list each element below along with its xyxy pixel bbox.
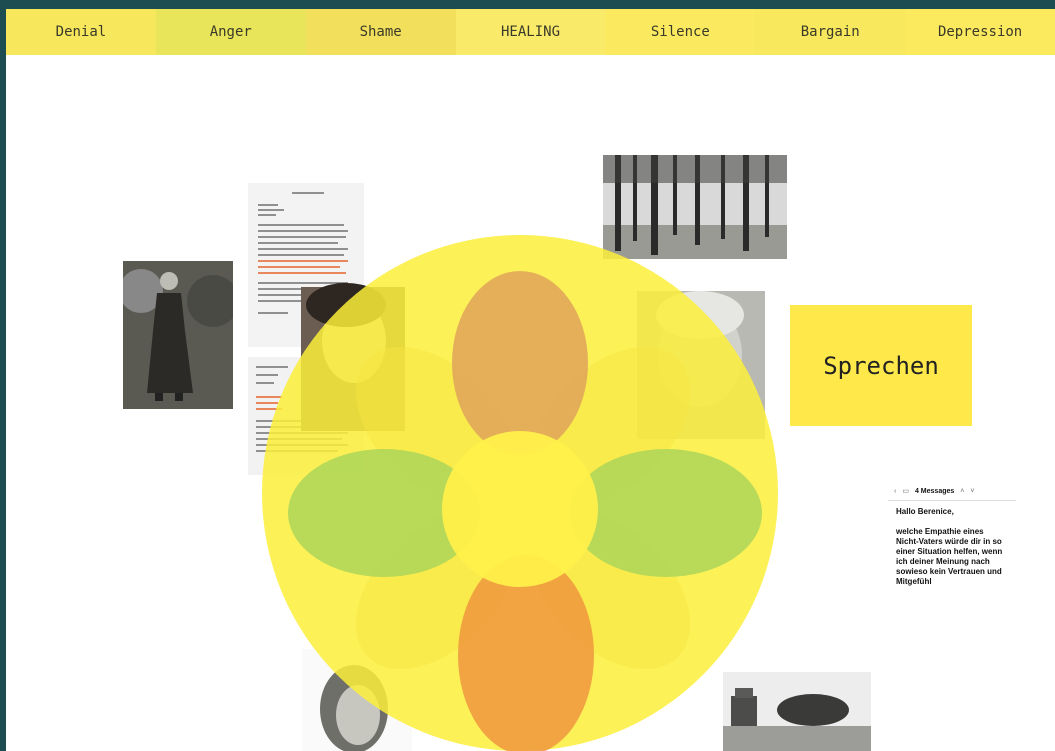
email-greeting: Hallo Berenice,: [896, 507, 954, 516]
email-message-card: ‹ ▭ 4 Messages ˄ ˅ Hallo Berenice, welch…: [888, 482, 1016, 612]
chevron-up-icon[interactable]: ˄: [960, 488, 964, 495]
sprechen-card[interactable]: Sprechen: [790, 305, 972, 426]
chevron-left-icon[interactable]: ‹: [894, 488, 896, 495]
message-count: 4 Messages: [914, 487, 955, 495]
email-toolbar: ‹ ▭ 4 Messages ˄ ˅: [888, 482, 1016, 501]
top-petal: [452, 271, 588, 455]
email-body-text: welche Empathie eines Nicht-Vaters würde…: [896, 527, 1003, 586]
chevron-down-icon[interactable]: ˅: [970, 488, 974, 495]
canvas: Denial Anger Shame HEALING Silence Barga…: [6, 9, 1055, 751]
right-petal: [570, 449, 762, 577]
tray-icon[interactable]: ▭: [902, 487, 909, 495]
center-circle: [442, 431, 598, 587]
